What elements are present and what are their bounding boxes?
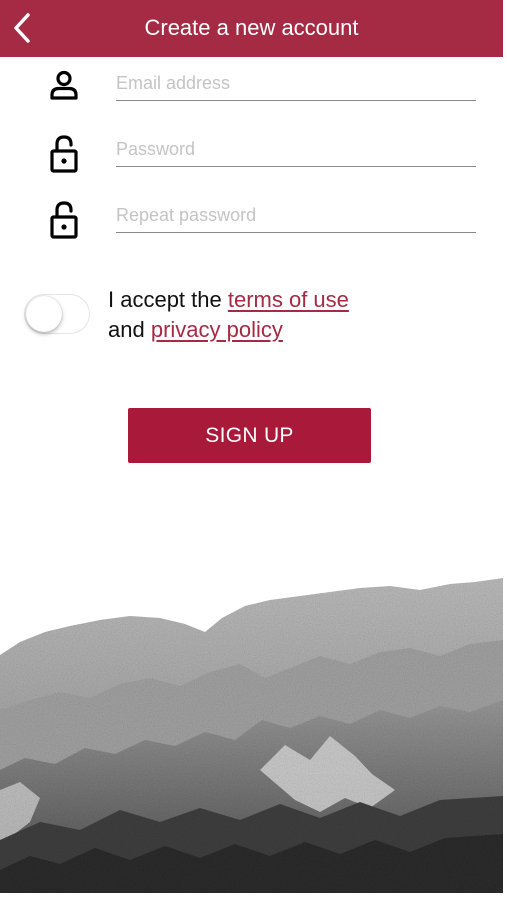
password-row [0,124,503,184]
lock-icon [44,200,84,240]
signup-screen: Create a new account Email address I acc… [0,0,503,893]
terms-toggle[interactable] [24,294,90,334]
privacy-policy-link[interactable]: privacy policy [151,317,283,342]
terms-text: I accept the terms of use and privacy po… [108,285,438,345]
terms-middle: and [108,317,151,342]
mountain-image [0,578,503,893]
terms-prefix: I accept the [108,287,228,312]
lock-icon [44,134,84,174]
email-row [0,58,503,118]
email-input[interactable] [116,66,476,101]
user-icon [44,66,84,106]
page-title: Create a new account [144,15,359,40]
repeat-password-input[interactable] [116,198,476,233]
signup-button[interactable]: SIGN UP [128,408,371,463]
repeat-password-row [0,190,503,250]
toggle-knob [26,296,62,332]
header-bar: Create a new account [0,0,503,57]
terms-of-use-link[interactable]: terms of use [228,287,349,312]
password-input[interactable] [116,132,476,167]
